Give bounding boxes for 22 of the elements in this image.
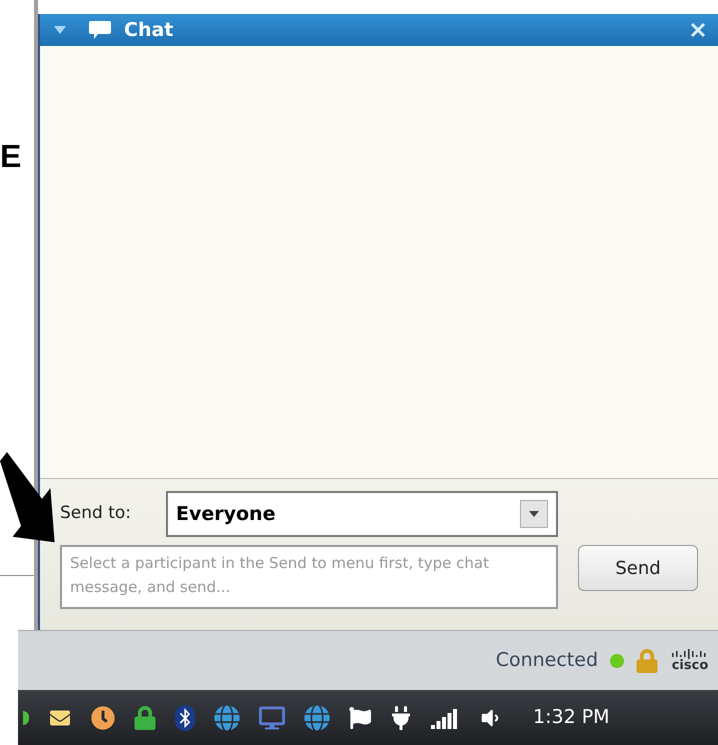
message-field[interactable]: Select a participant in the Send to menu first, type chat message, and send... bbox=[60, 545, 558, 609]
heading-fragment: E bbox=[0, 140, 22, 172]
signal-bars-icon[interactable] bbox=[431, 706, 459, 728]
network-error-icon[interactable] bbox=[304, 704, 330, 730]
status-light-icon bbox=[23, 710, 29, 724]
send-to-label: Send to: bbox=[60, 502, 132, 526]
recipient-dropdown[interactable]: Everyone bbox=[166, 491, 558, 537]
envelope-icon[interactable] bbox=[48, 708, 72, 728]
globe-icon[interactable] bbox=[214, 704, 240, 730]
logo-text: cisco bbox=[672, 659, 708, 672]
padlock-icon[interactable] bbox=[134, 706, 156, 730]
padlock-icon bbox=[636, 648, 658, 672]
clock-time[interactable]: 1:32 PM bbox=[533, 703, 610, 732]
flag-icon[interactable] bbox=[349, 706, 371, 728]
dropdown-caret-icon bbox=[520, 500, 548, 528]
clock-icon[interactable] bbox=[91, 706, 115, 730]
send-button[interactable]: Send bbox=[578, 545, 698, 591]
panel-title: Chat bbox=[124, 18, 174, 43]
connection-status: Connected bbox=[496, 648, 598, 674]
power-plug-icon[interactable] bbox=[390, 706, 412, 730]
bluetooth-icon[interactable] bbox=[175, 704, 195, 730]
monitor-icon[interactable] bbox=[259, 706, 285, 730]
